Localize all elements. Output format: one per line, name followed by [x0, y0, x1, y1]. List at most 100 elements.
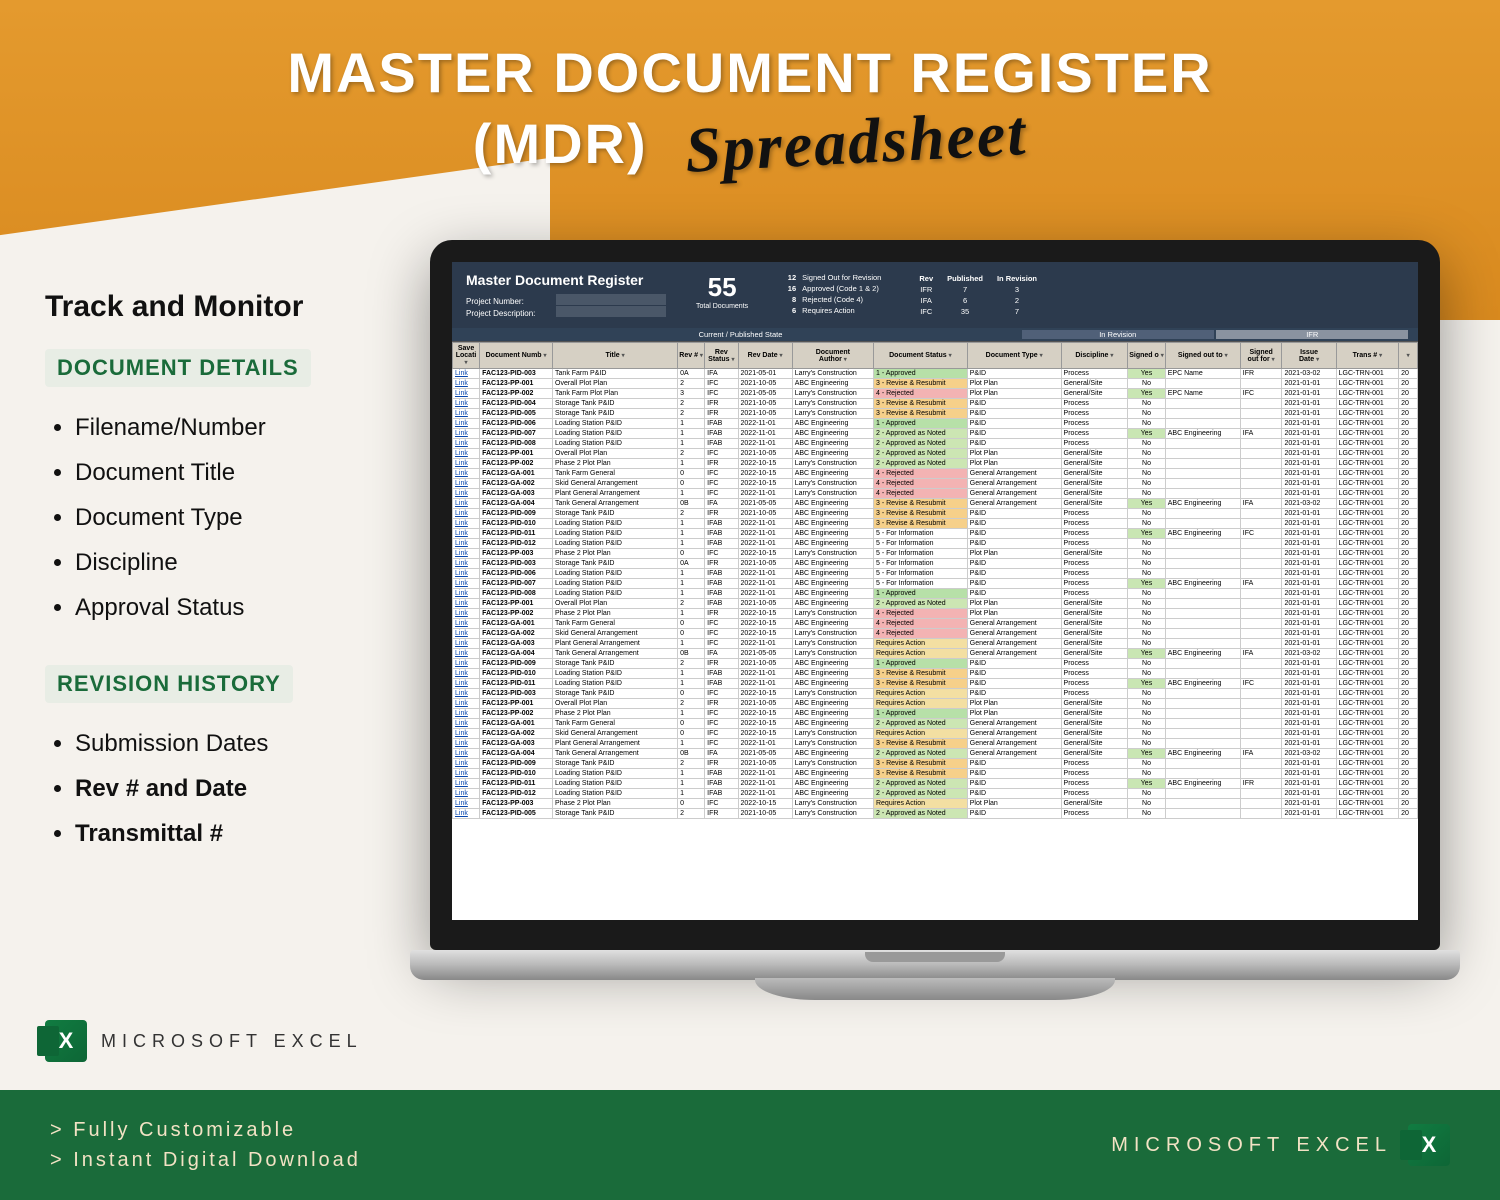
table-cell[interactable]: FAC123-PP-002	[480, 709, 553, 719]
table-cell[interactable]: Tank Farm General	[553, 719, 678, 729]
table-cell[interactable]: General/Site	[1061, 749, 1128, 759]
table-cell[interactable]: 2 - Approved as Noted	[873, 459, 967, 469]
save-link[interactable]: Link	[455, 660, 468, 667]
table-cell[interactable]	[1165, 419, 1240, 429]
table-cell[interactable]: Larry's Construction	[792, 729, 873, 739]
table-row[interactable]: LinkFAC123-PID-009Storage Tank P&ID2IFR2…	[453, 659, 1418, 669]
table-cell[interactable]: FAC123-GA-004	[480, 649, 553, 659]
table-cell[interactable]: 20	[1399, 549, 1418, 559]
table-cell[interactable]: P&ID	[967, 809, 1061, 819]
table-cell[interactable]: 20	[1399, 709, 1418, 719]
table-cell[interactable]	[1240, 639, 1282, 649]
table-cell[interactable]: LGC-TRN-001	[1336, 729, 1399, 739]
table-cell[interactable]: 4 - Rejected	[873, 619, 967, 629]
table-cell[interactable]: 0	[678, 549, 705, 559]
table-cell[interactable]: 2 - Approved as Noted	[873, 429, 967, 439]
table-cell[interactable]	[1240, 569, 1282, 579]
table-cell[interactable]: Link	[453, 469, 480, 479]
table-cell[interactable]: P&ID	[967, 519, 1061, 529]
column-header[interactable]: Rev Date ▾	[738, 343, 792, 369]
table-cell[interactable]: FAC123-GA-003	[480, 739, 553, 749]
table-cell[interactable]: LGC-TRN-001	[1336, 619, 1399, 629]
table-cell[interactable]: IFAB	[705, 679, 738, 689]
table-cell[interactable]: Yes	[1128, 749, 1166, 759]
table-cell[interactable]: LGC-TRN-001	[1336, 439, 1399, 449]
table-cell[interactable]	[1165, 459, 1240, 469]
table-cell[interactable]: Link	[453, 509, 480, 519]
table-row[interactable]: LinkFAC123-GA-003Plant General Arrangeme…	[453, 489, 1418, 499]
table-cell[interactable]: IFAB	[705, 669, 738, 679]
table-cell[interactable]: P&ID	[967, 509, 1061, 519]
table-cell[interactable]: 4 - Rejected	[873, 489, 967, 499]
table-cell[interactable]: 2	[678, 409, 705, 419]
table-cell[interactable]: LGC-TRN-001	[1336, 749, 1399, 759]
table-cell[interactable]: Overall Plot Plan	[553, 699, 678, 709]
table-cell[interactable]: LGC-TRN-001	[1336, 389, 1399, 399]
table-cell[interactable]: Process	[1061, 409, 1128, 419]
table-cell[interactable]: ABC Engineering	[792, 509, 873, 519]
table-row[interactable]: LinkFAC123-GA-001Tank Farm General0IFC20…	[453, 469, 1418, 479]
table-cell[interactable]: ABC Engineering	[792, 529, 873, 539]
table-cell[interactable]: IFAB	[705, 519, 738, 529]
table-cell[interactable]: 2021-01-01	[1282, 509, 1336, 519]
table-cell[interactable]: 2021-01-01	[1282, 679, 1336, 689]
table-cell[interactable]: IFC	[1240, 679, 1282, 689]
filter-icon[interactable]: ▾	[1040, 353, 1043, 359]
table-cell[interactable]: 20	[1399, 699, 1418, 709]
table-cell[interactable]: Storage Tank P&ID	[553, 759, 678, 769]
table-cell[interactable]	[1240, 459, 1282, 469]
table-cell[interactable]: No	[1128, 399, 1166, 409]
table-cell[interactable]	[1240, 489, 1282, 499]
table-cell[interactable]: 2022-10-15	[738, 619, 792, 629]
table-cell[interactable]: Tank Farm General	[553, 619, 678, 629]
table-cell[interactable]: 5 - For Information	[873, 559, 967, 569]
save-link[interactable]: Link	[455, 720, 468, 727]
table-cell[interactable]: No	[1128, 809, 1166, 819]
table-cell[interactable]	[1165, 809, 1240, 819]
table-cell[interactable]: Link	[453, 719, 480, 729]
table-cell[interactable]	[1240, 519, 1282, 529]
table-cell[interactable]: 1	[678, 489, 705, 499]
save-link[interactable]: Link	[455, 680, 468, 687]
table-cell[interactable]: 20	[1399, 649, 1418, 659]
table-cell[interactable]: P&ID	[967, 589, 1061, 599]
table-cell[interactable]: 2021-01-01	[1282, 459, 1336, 469]
table-row[interactable]: LinkFAC123-PID-010Loading Station P&ID1I…	[453, 669, 1418, 679]
table-cell[interactable]: 1 - Approved	[873, 369, 967, 379]
save-link[interactable]: Link	[455, 420, 468, 427]
table-cell[interactable]: LGC-TRN-001	[1336, 769, 1399, 779]
table-cell[interactable]: 2 - Approved as Noted	[873, 719, 967, 729]
table-cell[interactable]: Loading Station P&ID	[553, 669, 678, 679]
table-cell[interactable]: IFC	[705, 389, 738, 399]
table-cell[interactable]: 2021-01-01	[1282, 489, 1336, 499]
table-cell[interactable]: IFC	[1240, 529, 1282, 539]
table-cell[interactable]: LGC-TRN-001	[1336, 759, 1399, 769]
save-link[interactable]: Link	[455, 740, 468, 747]
table-cell[interactable]: FAC123-GA-002	[480, 629, 553, 639]
table-cell[interactable]: 1	[678, 539, 705, 549]
table-cell[interactable]: 5 - For Information	[873, 579, 967, 589]
table-cell[interactable]: 2 - Approved as Noted	[873, 439, 967, 449]
table-cell[interactable]: 2022-10-15	[738, 459, 792, 469]
table-cell[interactable]: 20	[1399, 499, 1418, 509]
table-cell[interactable]: Storage Tank P&ID	[553, 399, 678, 409]
table-cell[interactable]: IFR	[705, 759, 738, 769]
table-cell[interactable]	[1165, 479, 1240, 489]
table-cell[interactable]: P&ID	[967, 399, 1061, 409]
table-row[interactable]: LinkFAC123-GA-002Skid General Arrangemen…	[453, 729, 1418, 739]
table-cell[interactable]: 2021-10-05	[738, 809, 792, 819]
table-cell[interactable]: 20	[1399, 599, 1418, 609]
table-cell[interactable]: 0	[678, 689, 705, 699]
table-cell[interactable]: ABC Engineering	[792, 619, 873, 629]
table-cell[interactable]: P&ID	[967, 529, 1061, 539]
table-cell[interactable]: EPC Name	[1165, 389, 1240, 399]
filter-icon[interactable]: ▾	[732, 357, 735, 363]
table-cell[interactable]	[1240, 559, 1282, 569]
table-row[interactable]: LinkFAC123-GA-004Tank General Arrangemen…	[453, 499, 1418, 509]
table-cell[interactable]: 2021-01-01	[1282, 809, 1336, 819]
save-link[interactable]: Link	[455, 370, 468, 377]
table-cell[interactable]: IFC	[705, 799, 738, 809]
table-cell[interactable]: 20	[1399, 739, 1418, 749]
filter-icon[interactable]: ▾	[1379, 353, 1382, 359]
table-cell[interactable]: No	[1128, 739, 1166, 749]
